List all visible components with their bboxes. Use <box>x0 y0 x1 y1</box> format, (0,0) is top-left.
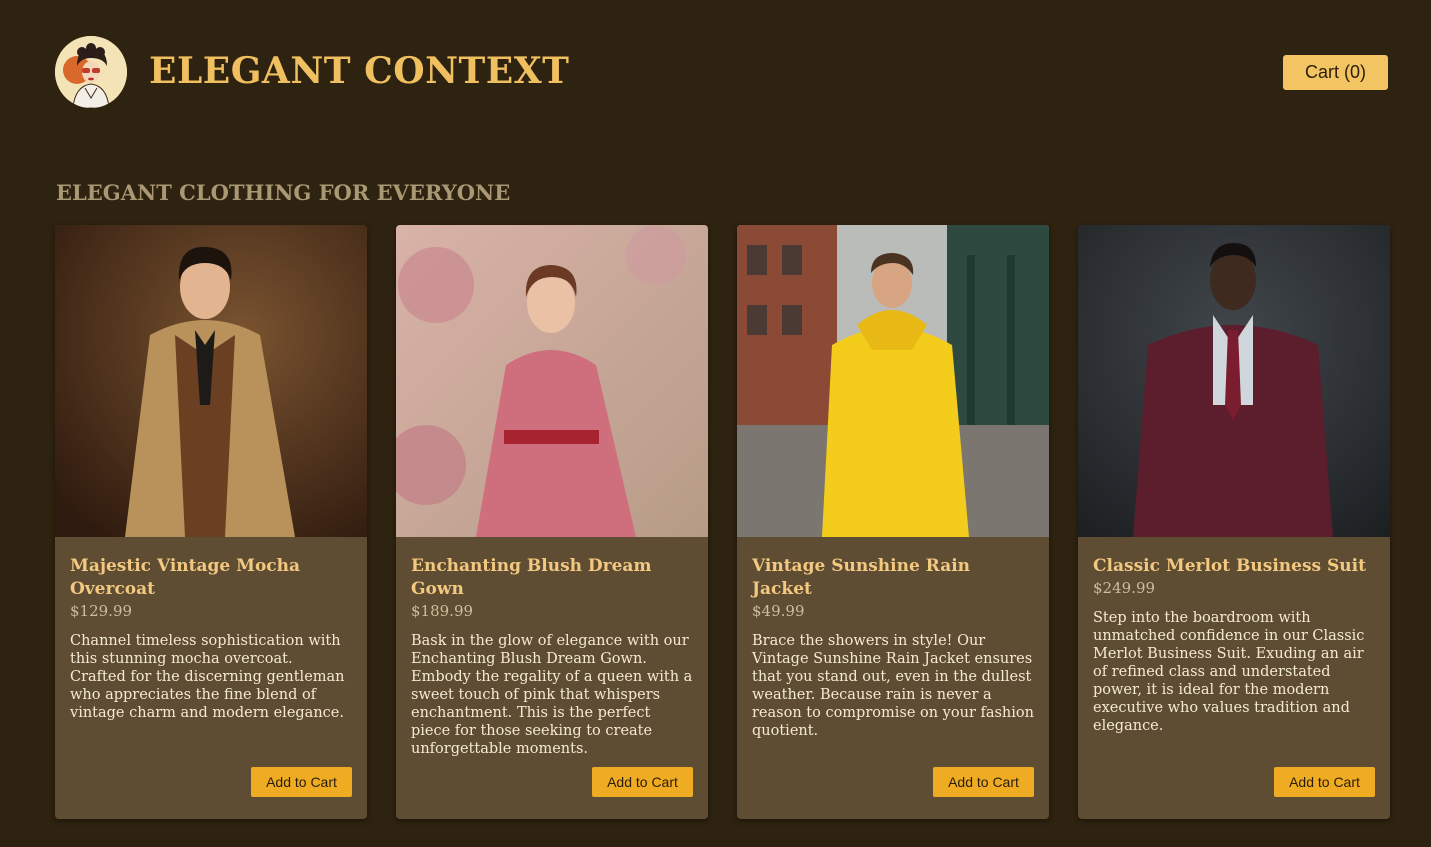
product-title[interactable]: Vintage Sunshine Rain Jacket <box>752 555 1034 601</box>
product-image[interactable] <box>1078 225 1390 537</box>
add-to-cart-button[interactable]: Add to Cart <box>1274 767 1375 797</box>
cart-button[interactable]: Cart (0) <box>1283 55 1388 90</box>
product-price: $49.99 <box>752 602 805 620</box>
product-title[interactable]: Classic Merlot Business Suit <box>1093 555 1375 578</box>
product-price: $129.99 <box>70 602 133 620</box>
product-description: Brace the showers in style! Our Vintage … <box>752 633 1034 739</box>
section-title: ELEGANT CLOTHING FOR EVERYONE <box>56 180 511 205</box>
add-to-cart-button[interactable]: Add to Cart <box>592 767 693 797</box>
product-image[interactable] <box>737 225 1049 537</box>
product-card: Enchanting Blush Dream Gown $189.99 Bask… <box>396 225 708 819</box>
product-image[interactable] <box>55 225 367 537</box>
product-title[interactable]: Enchanting Blush Dream Gown <box>411 555 693 601</box>
product-card: Vintage Sunshine Rain Jacket $49.99 Brac… <box>737 225 1049 819</box>
product-grid: Majestic Vintage Mocha Overcoat $129.99 … <box>55 225 1390 819</box>
product-price: $189.99 <box>411 602 474 620</box>
product-description: Bask in the glow of elegance with our En… <box>411 633 693 757</box>
product-description: Step into the boardroom with unmatched c… <box>1093 610 1365 734</box>
brand-name: ELEGANT CONTEXT <box>149 50 570 92</box>
site-header: ELEGANT CONTEXT Cart (0) <box>0 0 1431 140</box>
product-image[interactable] <box>396 225 708 537</box>
product-title[interactable]: Majestic Vintage Mocha Overcoat <box>70 555 352 601</box>
product-card: Classic Merlot Business Suit $249.99 Ste… <box>1078 225 1390 819</box>
add-to-cart-button[interactable]: Add to Cart <box>933 767 1034 797</box>
brand-logo-icon[interactable] <box>55 36 127 108</box>
product-price: $249.99 <box>1093 579 1156 597</box>
product-card: Majestic Vintage Mocha Overcoat $129.99 … <box>55 225 367 819</box>
product-description: Channel timeless sophistication with thi… <box>70 633 345 721</box>
add-to-cart-button[interactable]: Add to Cart <box>251 767 352 797</box>
